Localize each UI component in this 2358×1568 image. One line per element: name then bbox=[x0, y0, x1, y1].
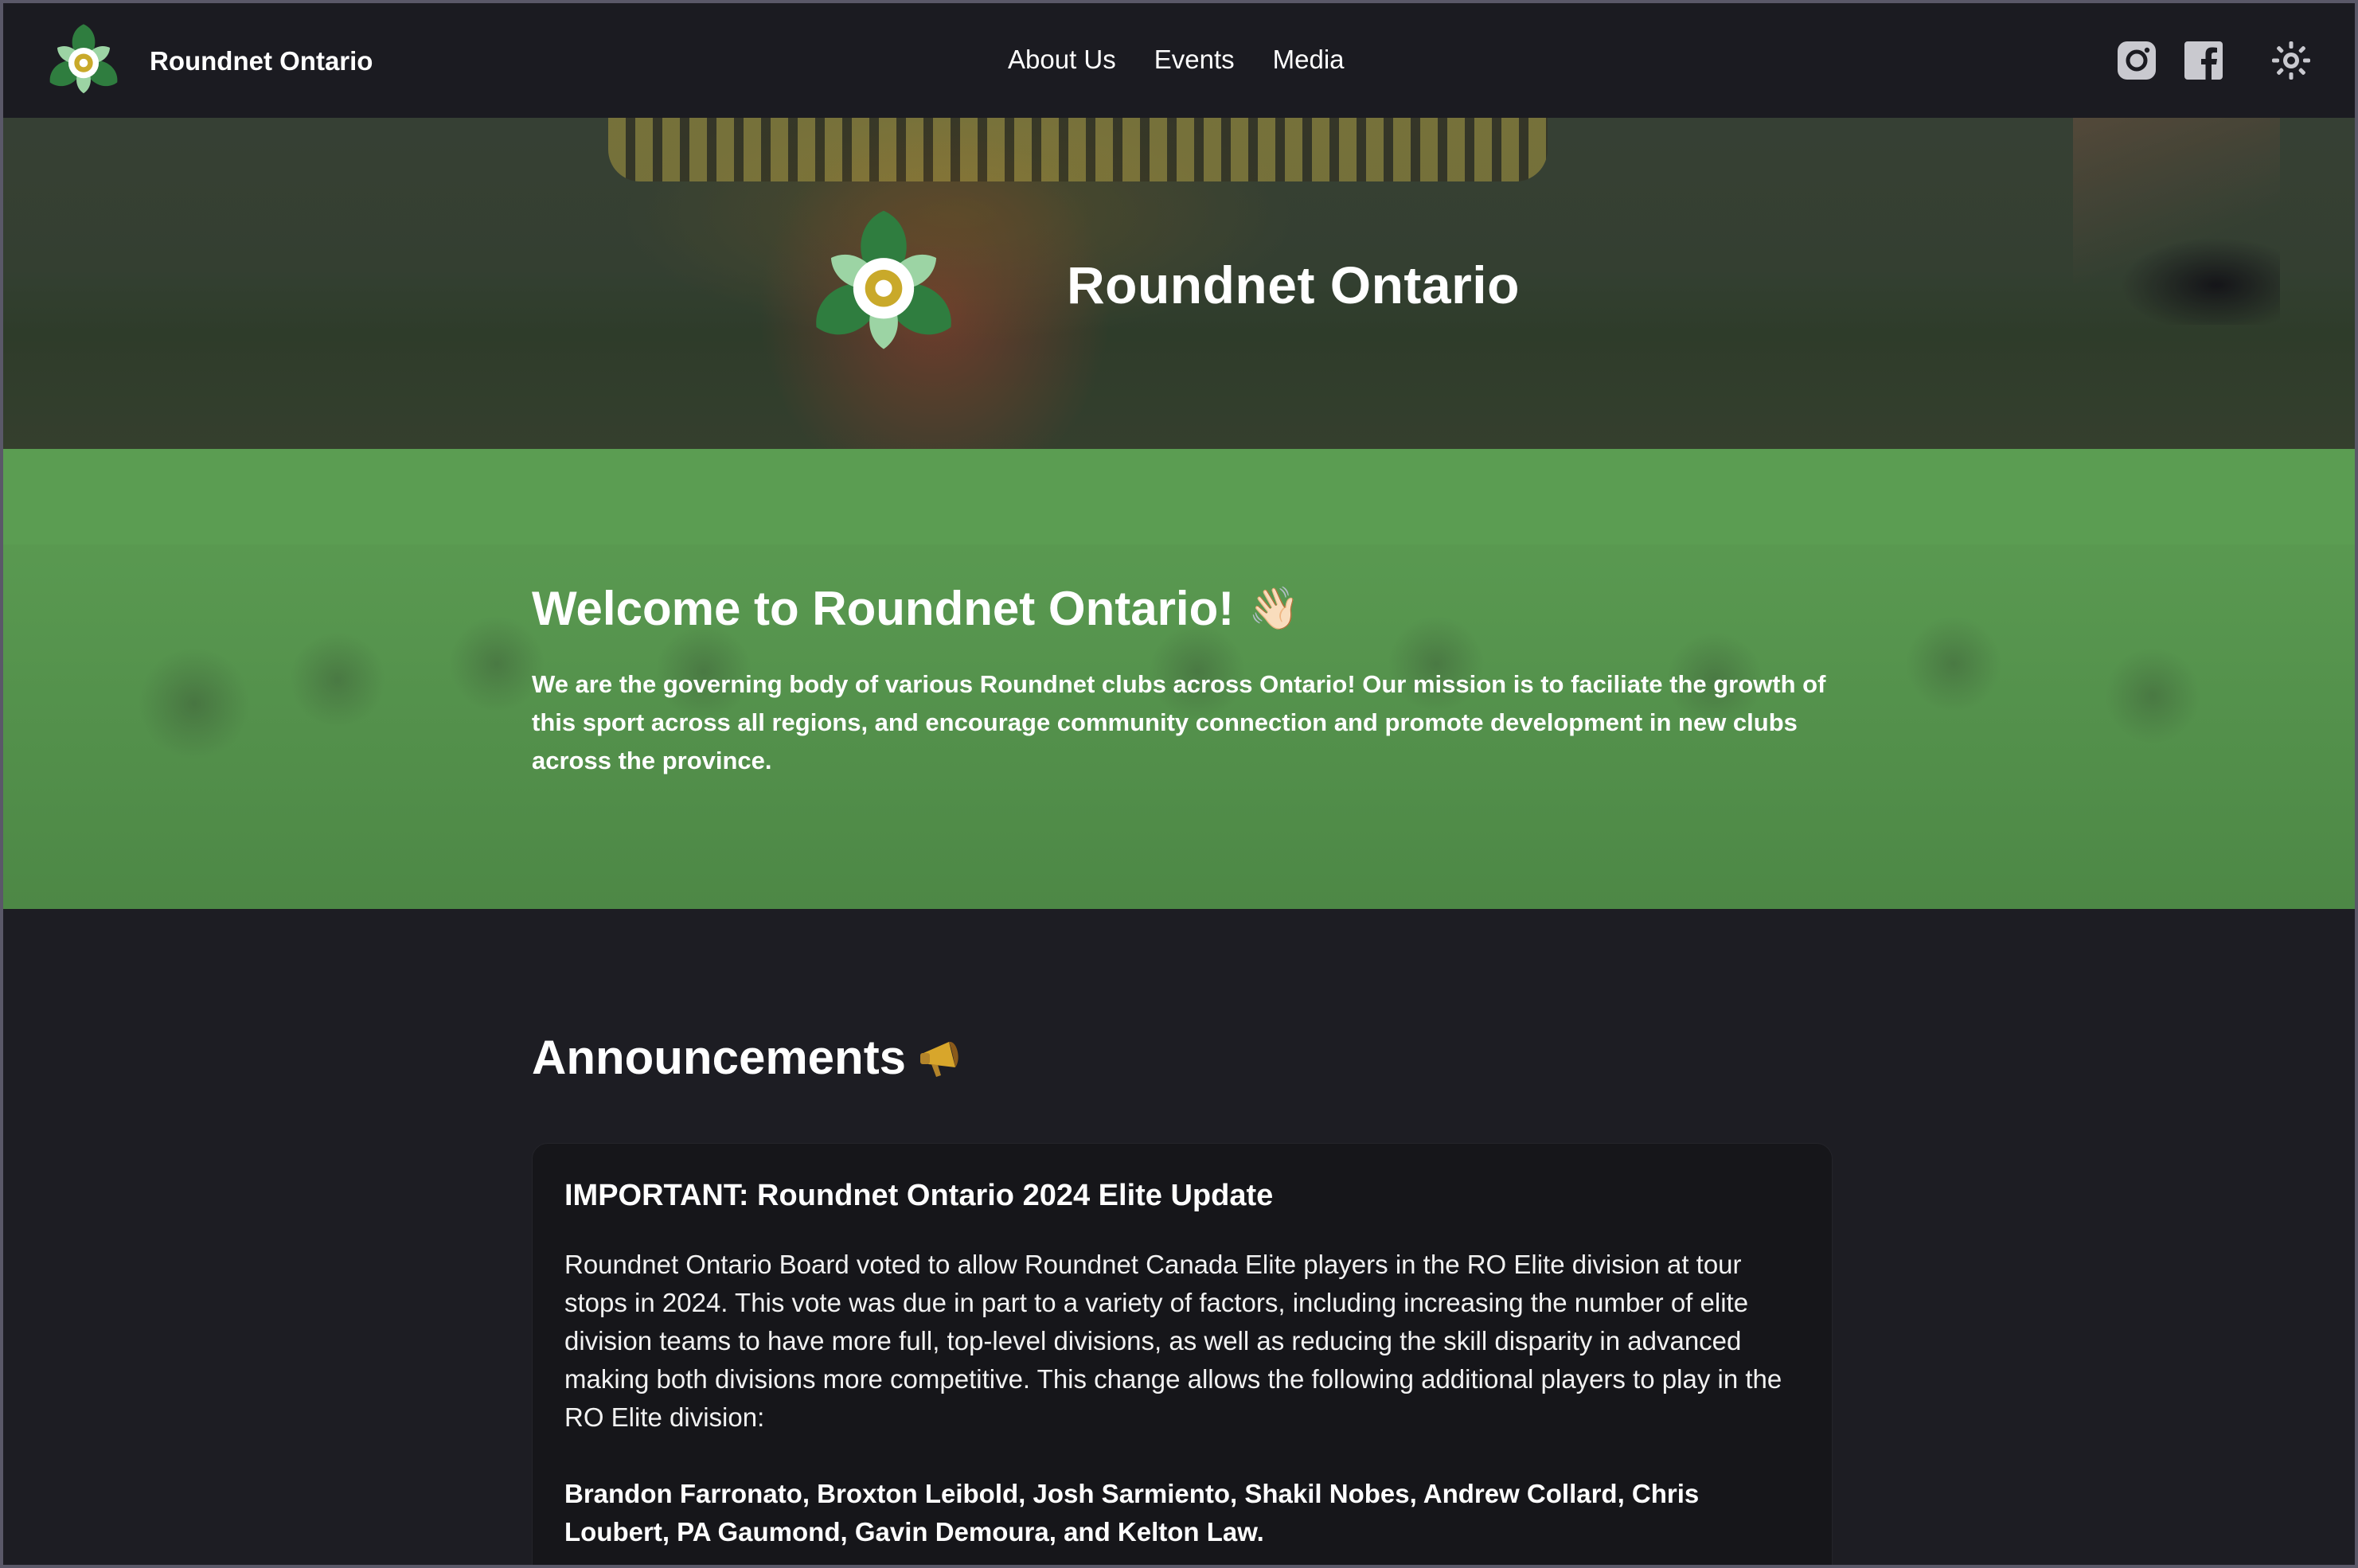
main-nav: About Us Events Media bbox=[1008, 45, 1345, 75]
waving-hand-emoji: 👋🏻 bbox=[1248, 586, 1300, 632]
instagram-icon[interactable] bbox=[2116, 40, 2157, 81]
welcome-heading-text: Welcome to Roundnet Ontario! bbox=[532, 582, 1235, 635]
announcement-title: IMPORTANT: Roundnet Ontario 2024 Elite U… bbox=[564, 1179, 1274, 1212]
nav-link-media[interactable]: Media bbox=[1273, 45, 1345, 75]
welcome-description: We are the governing body of various Rou… bbox=[532, 670, 1826, 774]
hero-banner: Roundnet Ontario bbox=[3, 118, 2355, 449]
megaphone-icon bbox=[920, 1041, 958, 1077]
nav-link-about-us[interactable]: About Us bbox=[1008, 45, 1116, 75]
top-navbar: Roundnet Ontario About Us Events Media bbox=[3, 3, 2355, 118]
hero-title: Roundnet Ontario bbox=[1067, 255, 1520, 314]
nav-icon-group bbox=[2116, 40, 2312, 81]
announcements-heading-text: Announcements bbox=[532, 1031, 907, 1084]
announcement-card: IMPORTANT: Roundnet Ontario 2024 Elite U… bbox=[532, 1143, 1833, 1565]
nav-link-events[interactable]: Events bbox=[1154, 45, 1235, 75]
hero-trillium-logo-icon bbox=[816, 210, 951, 349]
announcement-body: Roundnet Ontario Board voted to allow Ro… bbox=[564, 1250, 1782, 1432]
announcements-heading: Announcements bbox=[532, 1030, 970, 1085]
announcement-player-list: Brandon Farronato, Broxton Leibold, Josh… bbox=[564, 1479, 1700, 1547]
welcome-section: Welcome to Roundnet Ontario! 👋🏻 We are t… bbox=[3, 449, 2355, 909]
welcome-heading: Welcome to Roundnet Ontario! 👋🏻 bbox=[532, 581, 1300, 636]
facebook-icon[interactable] bbox=[2183, 40, 2224, 81]
browser-viewport: Roundnet Ontario About Us Events Media R… bbox=[3, 3, 2355, 1565]
brand-home-link[interactable]: Roundnet Ontario bbox=[41, 19, 373, 103]
brand-name: Roundnet Ontario bbox=[150, 46, 373, 76]
trillium-logo-icon bbox=[49, 24, 118, 94]
theme-toggle-icon[interactable] bbox=[2270, 40, 2312, 81]
